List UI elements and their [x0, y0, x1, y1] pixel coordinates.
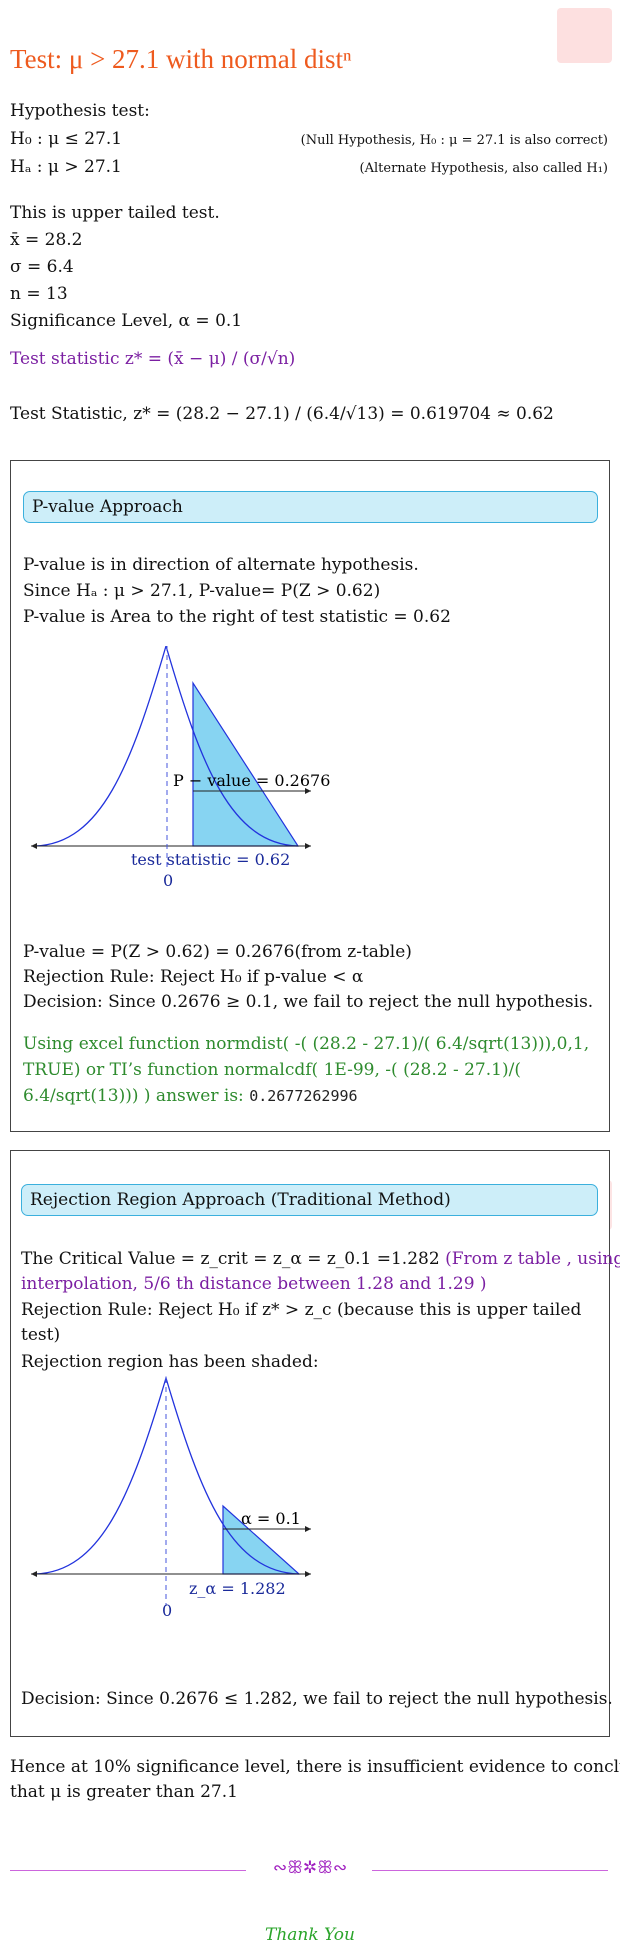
test-statistic-label: test statistic = 0.62 — [131, 850, 290, 869]
rejection-approach-header: Rejection Region Approach (Traditional M… — [21, 1184, 598, 1216]
rejection-rule-line1: Rejection Rule: Reject H₀ if z* > z_c (b… — [21, 1300, 582, 1320]
rejection-zero-label: 0 — [162, 1601, 172, 1620]
critical-value-line: The Critical Value = z_crit = z_α = z_0.… — [21, 1248, 620, 1270]
alternate-hypothesis-note: (Alternate Hypothesis, also called H₁) — [359, 161, 608, 176]
interpolation-note: interpolation, 5/6 th distance between 1… — [21, 1274, 487, 1294]
test-statistic-value: Test Statistic, z* = (28.2 − 27.1) / (6.… — [10, 404, 554, 424]
pvalue-line3: P-value is Area to the right of test sta… — [23, 607, 451, 627]
critical-value-label: z_α = 1.282 — [189, 1579, 286, 1598]
brand-logo — [557, 8, 612, 63]
rejection-approach-box: Rejection Region Approach (Traditional M… — [10, 1150, 620, 1737]
excel-note-line3: 6.4/sqrt(13))) ) answer is: 0.2677262996 — [23, 1086, 358, 1106]
rejection-normal-curve: α = 0.1 z_α = 1.282 0 — [31, 1376, 311, 1620]
pvalue-approach-header: P-value Approach — [23, 491, 598, 523]
sample-size: n = 13 — [10, 284, 68, 304]
pvalue-line2: Since Hₐ : μ > 27.1, P-value= P(Z > 0.62… — [23, 581, 381, 601]
alpha-graph-label: α = 0.1 — [241, 1509, 301, 1528]
conclusion-line2: that μ is greater than 27.1 — [10, 1782, 238, 1802]
null-hypothesis: H₀ : μ ≤ 27.1 — [10, 129, 123, 149]
null-hypothesis-note: (Null Hypothesis, H₀ : μ = 27.1 is also … — [300, 133, 608, 148]
excel-answer: 0.2677262996 — [249, 1087, 358, 1105]
shaded-region-note: Rejection region has been shaded: — [21, 1352, 319, 1372]
thank-you: Thank You — [264, 1925, 355, 1945]
conclusion-line1: Hence at 10% significance level, there i… — [10, 1757, 620, 1777]
test-statistic-formula: Test statistic z* = (x̄ − μ) / (σ/√n) — [10, 349, 296, 369]
rejection-decision: Decision: Since 0.2676 ≤ 1.282, we fail … — [21, 1689, 613, 1709]
sample-mean: x̄ = 28.2 — [10, 230, 83, 250]
significance-level: Significance Level, α = 0.1 — [10, 311, 243, 331]
pvalue-normal-curve: P − value = 0.2676 test statistic = 0.62… — [31, 646, 330, 890]
pvalue-zero-label: 0 — [163, 871, 173, 890]
critical-value-note: (From z table , using — [445, 1249, 620, 1269]
population-sd: σ = 6.4 — [10, 257, 74, 277]
rejection-rule-line2: test) — [21, 1325, 61, 1345]
excel-note-line1: Using excel function normdist( -( (28.2 … — [23, 1034, 590, 1054]
excel-note-line2: TRUE) or TI’s function normalcdf( 1E-99,… — [23, 1060, 521, 1080]
pvalue-decision: Decision: Since 0.2676 ≥ 0.1, we fail to… — [23, 992, 594, 1012]
divider-left — [10, 1870, 246, 1871]
page-title: Test: μ > 27.1 with normal distⁿ — [10, 44, 352, 74]
pvalue-result: P-value = P(Z > 0.62) = 0.2676(from z-ta… — [23, 942, 412, 962]
pvalue-shaded-region — [192, 680, 300, 847]
pvalue-approach-box: P-value Approach P-value is in direction… — [10, 460, 610, 1132]
ornament-icon: ∾ꕥ✲ꕥ∾ — [272, 1858, 348, 1878]
pvalue-line1: P-value is in direction of alternate hyp… — [23, 555, 419, 575]
divider-right — [372, 1870, 608, 1871]
tail-type: This is upper tailed test. — [10, 203, 220, 223]
hypothesis-heading: Hypothesis test: — [10, 101, 150, 121]
alternate-hypothesis: Hₐ : μ > 27.1 — [10, 157, 122, 177]
pvalue-rejection-rule: Rejection Rule: Reject H₀ if p-value < α — [23, 967, 364, 987]
pvalue-graph-label: P − value = 0.2676 — [173, 771, 330, 790]
